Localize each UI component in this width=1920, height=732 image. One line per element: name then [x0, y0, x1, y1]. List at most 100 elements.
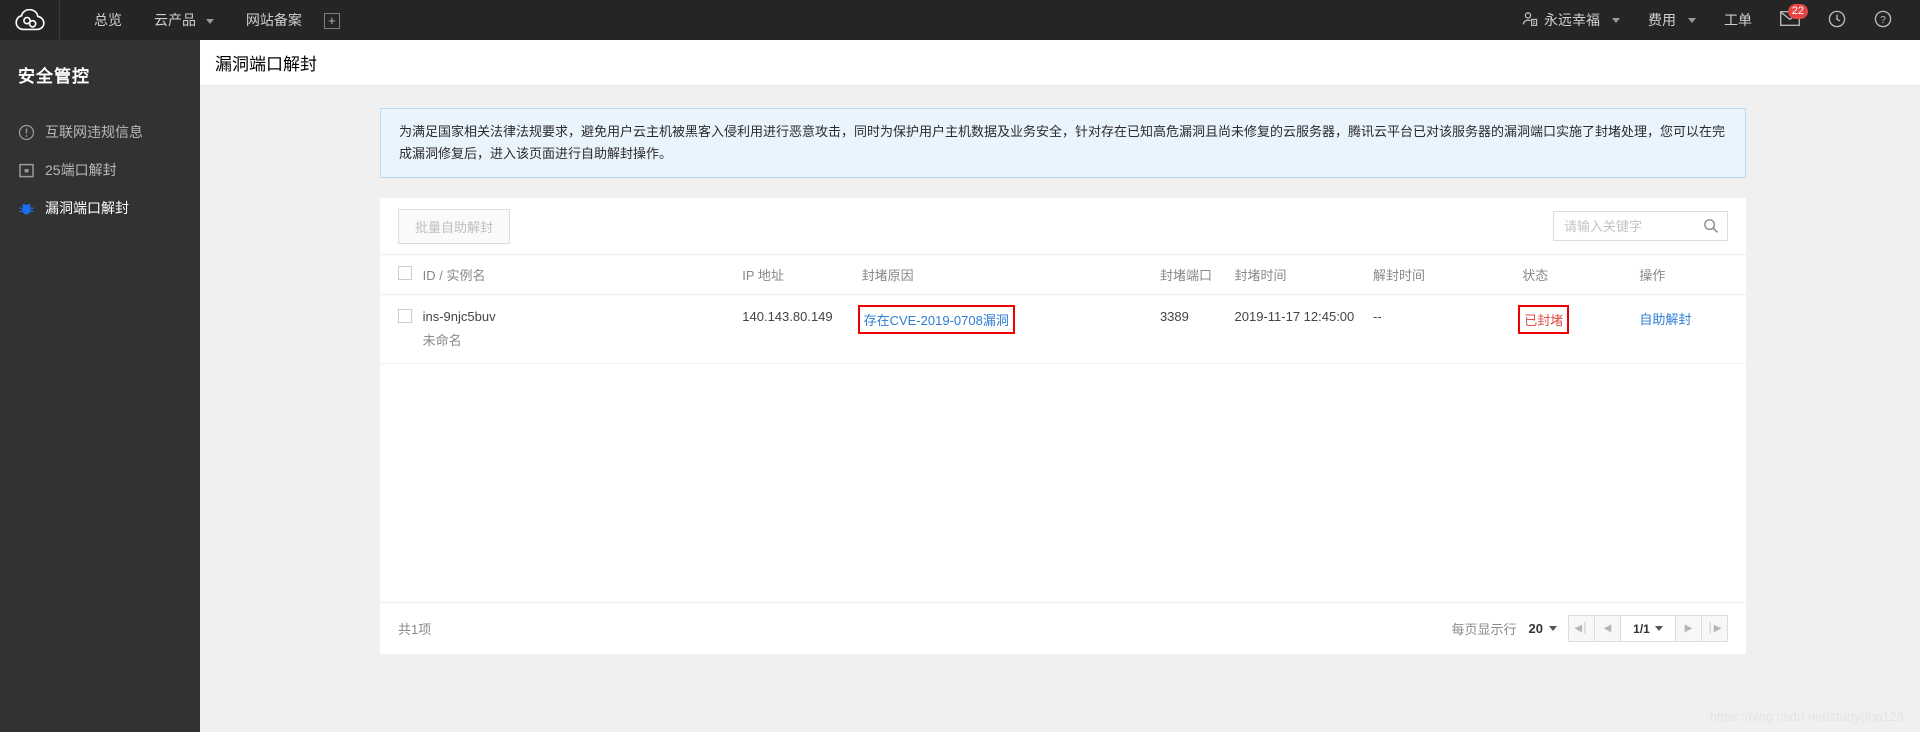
table-body: ins-9njc5buv 未命名 140.143.80.149 存在CVE-20… — [380, 294, 1746, 364]
column-header-action: 操作 — [1639, 254, 1746, 295]
tickets-menu[interactable]: 工单 — [1710, 0, 1766, 40]
help-icon: ? — [1874, 10, 1892, 31]
page-title: 漏洞端口解封 — [215, 55, 317, 74]
chevron-down-icon — [1654, 626, 1663, 631]
cell-unblock-time: -- — [1373, 294, 1523, 364]
chevron-down-icon — [205, 18, 214, 24]
rows-per-page-value: 20 — [1528, 621, 1543, 636]
status-badge: 已封堵 — [1524, 313, 1564, 328]
top-nav-items: 总览 云产品 网站备案 + — [60, 0, 356, 40]
nav-cloud-products[interactable]: 云产品 — [138, 0, 230, 40]
pagination: 每页显示行 20 ◀│ ◀ 1/1 ▶ │▶ — [1452, 615, 1728, 642]
table-empty-space — [380, 364, 1746, 602]
bug-icon — [18, 200, 35, 217]
page-content: 为满足国家相关法律法规要求，避免用户云主机被黑客入侵利用进行恶意攻击，同时为保护… — [200, 86, 1920, 732]
nav-add-shortcut[interactable]: + — [318, 0, 356, 40]
page-indicator-select[interactable]: 1/1 — [1620, 615, 1676, 642]
page-buttons: ◀│ ◀ 1/1 ▶ │▶ — [1568, 615, 1728, 642]
row-select-cell — [380, 294, 423, 364]
sidebar-item-label: 25端口解封 — [45, 162, 117, 178]
tickets-label: 工单 — [1724, 12, 1752, 28]
first-page-button[interactable]: ◀│ — [1568, 615, 1595, 642]
panel-toolbar: 批量自助解封 — [380, 198, 1746, 254]
chevron-down-icon — [1688, 17, 1696, 23]
column-header-port: 封堵端口 — [1159, 254, 1235, 295]
self-unblock-link[interactable]: 自助解封 — [1639, 312, 1691, 327]
top-navigation-bar: 总览 云产品 网站备案 + 永远幸福 费用 工单 22 ? — [0, 0, 1920, 40]
info-notice-banner: 为满足国家相关法律法规要求，避免用户云主机被黑客入侵利用进行恶意攻击，同时为保护… — [380, 108, 1746, 178]
billing-menu[interactable]: 费用 — [1634, 0, 1710, 40]
cell-instance: ins-9njc5buv 未命名 — [422, 294, 743, 364]
cell-block-time: 2019-11-17 12:45:00 — [1234, 294, 1374, 364]
search-icon[interactable] — [1703, 218, 1719, 234]
total-count-label: 共1项 — [398, 622, 432, 637]
select-all-checkbox[interactable] — [398, 266, 412, 280]
messages-button[interactable]: 22 — [1766, 0, 1814, 40]
chevron-down-icon — [1549, 626, 1557, 631]
select-all-header — [380, 254, 423, 295]
svg-text:?: ? — [1880, 15, 1886, 26]
instance-name: 未命名 — [422, 333, 462, 348]
column-header-unblock-time: 解封时间 — [1373, 254, 1523, 295]
status-annotation-box: 已封堵 — [1518, 305, 1570, 334]
account-menu[interactable]: 永远幸福 — [1508, 0, 1634, 40]
prev-page-button[interactable]: ◀ — [1594, 615, 1621, 642]
last-page-button[interactable]: │▶ — [1701, 615, 1728, 642]
sidebar-item-port25-unblock[interactable]: 25端口解封 — [0, 151, 200, 189]
reason-annotation-box: 存在CVE-2019-0708漏洞 — [857, 305, 1015, 334]
sidebar-item-label: 互联网违规信息 — [45, 124, 143, 140]
top-right-menus: 永远幸福 费用 工单 22 ? — [1508, 0, 1920, 40]
reason-link[interactable]: 存在CVE-2019-0708漏洞 — [864, 313, 1009, 328]
user-icon — [1522, 11, 1538, 30]
cloud-logo-icon — [14, 9, 45, 31]
help-button[interactable]: ? — [1860, 0, 1906, 40]
table-header-row: ID / 实例名 IP 地址 封堵原因 封堵端口 封堵时间 解封时间 状态 操作 — [380, 254, 1746, 295]
page-indicator-value: 1/1 — [1633, 621, 1650, 636]
sidebar-menu: 互联网违规信息 25端口解封 漏洞端口解封 — [0, 113, 200, 227]
nav-icp-filing-label: 网站备案 — [245, 12, 302, 28]
cell-action: 自助解封 — [1639, 294, 1746, 364]
row-checkbox[interactable] — [398, 309, 412, 323]
column-header-block-time: 封堵时间 — [1234, 254, 1374, 295]
cloud-logo[interactable] — [0, 0, 60, 40]
nav-overview-label: 总览 — [94, 12, 122, 28]
sidebar-item-internet-violations[interactable]: 互联网违规信息 — [0, 113, 200, 151]
rows-per-page-select[interactable]: 20 — [1529, 621, 1557, 636]
cell-ip: 140.143.80.149 — [742, 294, 862, 364]
exclamation-circle-icon — [18, 124, 35, 141]
column-header-reason: 封堵原因 — [861, 254, 1160, 295]
sidebar: 安全管控 互联网违规信息 25端口解封 漏洞端口解封 — [0, 40, 200, 732]
blocked-ports-table: ID / 实例名 IP 地址 封堵原因 封堵端口 封堵时间 解封时间 状态 操作 — [380, 254, 1746, 364]
column-header-ip: IP 地址 — [742, 254, 862, 295]
cell-status: 已封堵 — [1518, 294, 1640, 364]
mail-square-icon — [18, 162, 35, 179]
next-page-button[interactable]: ▶ — [1675, 615, 1702, 642]
sidebar-item-vuln-port-unblock[interactable]: 漏洞端口解封 — [0, 189, 200, 227]
message-count-badge: 22 — [1787, 4, 1808, 19]
search-input[interactable] — [1554, 212, 1727, 240]
account-name-label: 永远幸福 — [1544, 12, 1600, 28]
batch-unblock-button[interactable]: 批量自助解封 — [398, 208, 511, 244]
cell-reason: 存在CVE-2019-0708漏洞 — [857, 294, 1160, 364]
history-button[interactable] — [1814, 0, 1860, 40]
nav-icp-filing[interactable]: 网站备案 — [230, 0, 318, 40]
column-header-status: 状态 — [1522, 254, 1640, 295]
rows-per-page-label: 每页显示行 — [1451, 622, 1517, 637]
clock-icon — [1828, 10, 1846, 31]
billing-label: 费用 — [1648, 12, 1676, 28]
table-footer: 共1项 每页显示行 20 ◀│ ◀ 1/1 ▶ │▶ — [380, 602, 1746, 654]
table-row[interactable]: ins-9njc5buv 未命名 140.143.80.149 存在CVE-20… — [380, 294, 1746, 364]
watermark: https://blog.csdn.net/studyphp123 — [1709, 709, 1904, 724]
instance-id: ins-9njc5buv — [422, 309, 496, 324]
cell-port: 3389 — [1159, 294, 1235, 364]
chevron-down-icon — [1612, 17, 1620, 23]
plus-icon: + — [323, 12, 340, 29]
sidebar-title: 安全管控 — [18, 67, 90, 86]
search-box[interactable] — [1553, 211, 1728, 241]
nav-overview[interactable]: 总览 — [78, 0, 138, 40]
main-area: 漏洞端口解封 为满足国家相关法律法规要求，避免用户云主机被黑客入侵利用进行恶意攻… — [200, 40, 1920, 732]
table-header: ID / 实例名 IP 地址 封堵原因 封堵端口 封堵时间 解封时间 状态 操作 — [380, 254, 1746, 295]
page-header: 漏洞端口解封 — [200, 40, 1920, 86]
column-header-id: ID / 实例名 — [422, 254, 743, 295]
nav-cloud-products-label: 云产品 — [154, 12, 196, 28]
